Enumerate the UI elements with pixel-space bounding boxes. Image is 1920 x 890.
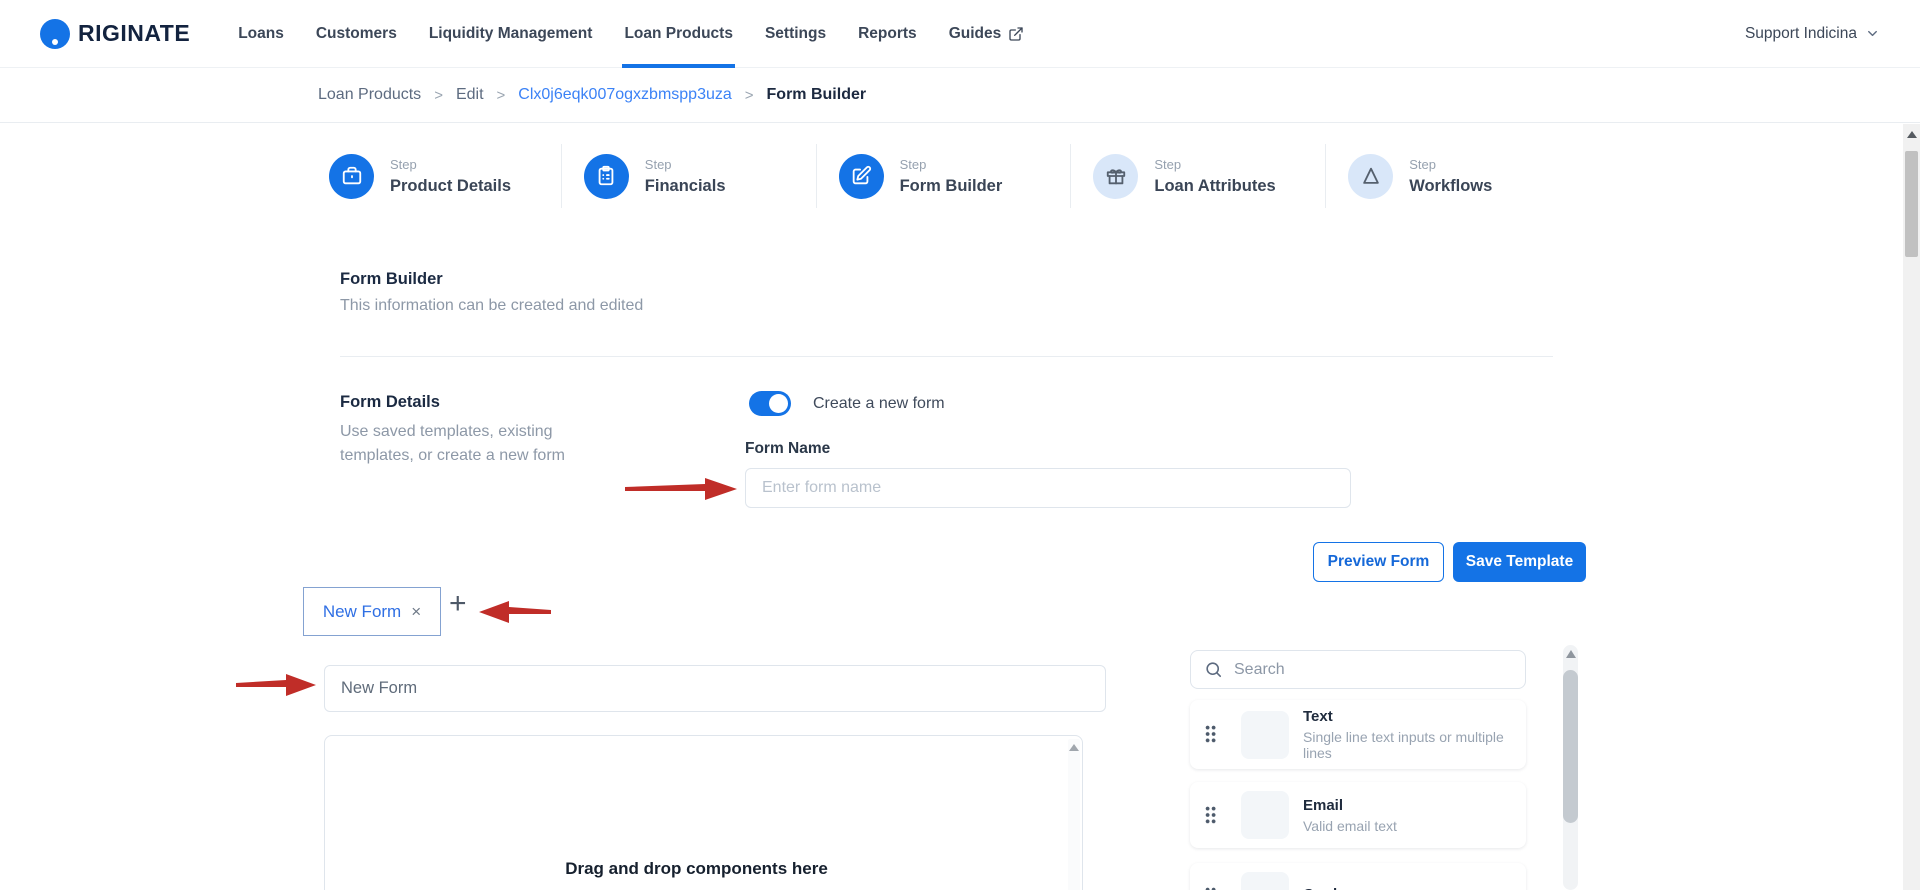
chevron-down-icon bbox=[1868, 30, 1877, 37]
close-tab-icon[interactable]: × bbox=[411, 602, 421, 622]
breadcrumb-loan-products[interactable]: Loan Products bbox=[318, 86, 421, 104]
scroll-up-icon[interactable] bbox=[1906, 131, 1917, 138]
nav-item-liquidity-management[interactable]: Liquidity Management bbox=[413, 0, 609, 68]
step-financials[interactable]: Step Financials bbox=[560, 144, 816, 208]
save-template-button[interactable]: Save Template bbox=[1453, 542, 1586, 582]
step-product-details[interactable]: Step Product Details bbox=[318, 144, 561, 208]
page-title: Form Builder bbox=[340, 270, 443, 288]
edit-icon bbox=[838, 153, 884, 199]
component-search bbox=[1190, 650, 1526, 689]
briefcase-icon bbox=[329, 153, 374, 199]
nav-item-reports[interactable]: Reports bbox=[842, 0, 933, 68]
form-canvas-dropzone[interactable]: Drag and drop components here bbox=[324, 735, 1083, 890]
workflow-icon bbox=[1348, 153, 1394, 199]
scroll-up-icon[interactable] bbox=[1069, 744, 1079, 751]
form-details-title: Form Details bbox=[340, 393, 440, 411]
drag-handle-icon[interactable] bbox=[1205, 886, 1217, 890]
drag-handle-icon[interactable] bbox=[1205, 805, 1217, 825]
form-name-input[interactable] bbox=[745, 468, 1351, 508]
breadcrumb-edit[interactable]: Edit bbox=[456, 86, 484, 104]
breadcrumb-separator: > bbox=[744, 86, 754, 104]
breadcrumb-product-id[interactable]: Clx0j6eqk007ogxzbmspp3uza bbox=[518, 86, 731, 104]
dropzone-scrollbar[interactable] bbox=[1068, 739, 1080, 890]
page-scrollbar[interactable] bbox=[1903, 124, 1920, 890]
toggle-knob bbox=[769, 394, 788, 413]
step-form-builder[interactable]: Step Form Builder bbox=[815, 144, 1071, 208]
breadcrumb-form-builder: Form Builder bbox=[766, 86, 867, 103]
form-builder-page: RIGINATE Loans Customers Liquidity Manag… bbox=[0, 0, 1920, 890]
support-account-dropdown[interactable]: Support Indicina bbox=[1745, 25, 1880, 43]
component-thumbnail bbox=[1241, 872, 1289, 890]
preview-form-button[interactable]: Preview Form bbox=[1313, 542, 1444, 582]
nav-item-loan-products[interactable]: Loan Products bbox=[608, 0, 749, 68]
wizard-steps: Step Product Details Step Financials Ste… bbox=[318, 144, 1580, 208]
step-loan-attributes[interactable]: Step Loan Attributes bbox=[1070, 144, 1325, 208]
toggle-label: Create a new form bbox=[813, 394, 945, 412]
dropzone-label: Drag and drop components here bbox=[565, 859, 828, 878]
search-icon bbox=[1206, 662, 1222, 678]
nav-item-loans[interactable]: Loans bbox=[222, 0, 300, 68]
nav-item-customers[interactable]: Customers bbox=[300, 0, 413, 68]
canvas-form-name-input[interactable] bbox=[324, 665, 1106, 712]
add-form-tab-button[interactable]: + bbox=[449, 589, 467, 619]
annotation-arrow-canvas-name bbox=[236, 674, 316, 696]
logo-circle-icon bbox=[40, 18, 70, 49]
component-thumbnail bbox=[1241, 791, 1289, 839]
nav-item-settings[interactable]: Settings bbox=[749, 0, 842, 68]
component-palette: Text Single line text inputs or multiple… bbox=[1184, 637, 1580, 890]
page-subtitle: This information can be created and edit… bbox=[340, 297, 644, 314]
annotation-arrow-add-tab bbox=[479, 601, 551, 623]
breadcrumb: Loan Products > Edit > Clx0j6eqk007ogxzb… bbox=[0, 68, 1920, 123]
step-workflows[interactable]: Step Workflows bbox=[1325, 144, 1580, 208]
form-name-label: Form Name bbox=[745, 440, 831, 457]
breadcrumb-separator: > bbox=[434, 86, 443, 104]
nav-item-guides[interactable]: Guides bbox=[933, 0, 1041, 68]
form-details-description: Use saved templates, existing templates,… bbox=[340, 423, 565, 464]
create-new-form-toggle[interactable] bbox=[749, 391, 791, 416]
tab-label: New Form bbox=[322, 601, 402, 621]
clipboard-icon bbox=[583, 153, 629, 199]
top-nav: RIGINATE Loans Customers Liquidity Manag… bbox=[0, 0, 1920, 68]
component-search-input[interactable] bbox=[1234, 651, 1525, 688]
scrollbar-thumb[interactable] bbox=[1563, 670, 1578, 823]
component-item-card[interactable]: Card bbox=[1190, 863, 1526, 890]
logo-text: RIGINATE bbox=[78, 20, 191, 46]
section-divider bbox=[340, 356, 1553, 357]
originate-logo[interactable]: RIGINATE bbox=[40, 18, 191, 49]
drag-handle-icon[interactable] bbox=[1205, 725, 1217, 744]
annotation-arrow-form-name bbox=[625, 478, 737, 500]
scroll-up-icon[interactable] bbox=[1565, 650, 1576, 658]
scrollbar-thumb[interactable] bbox=[1905, 151, 1918, 257]
create-form-toggle-row: Create a new form bbox=[749, 391, 945, 416]
component-thumbnail bbox=[1241, 710, 1289, 759]
breadcrumb-separator: > bbox=[496, 86, 506, 104]
external-link-icon bbox=[1009, 26, 1023, 41]
palette-scrollbar[interactable] bbox=[1563, 645, 1578, 890]
component-item-text[interactable]: Text Single line text inputs or multiple… bbox=[1190, 700, 1526, 769]
gift-icon bbox=[1093, 153, 1139, 199]
main-nav: Loans Customers Liquidity Management Loa… bbox=[222, 0, 1040, 68]
tab-new-form[interactable]: New Form × bbox=[303, 587, 441, 636]
component-item-email[interactable]: Email Valid email text bbox=[1190, 782, 1526, 848]
